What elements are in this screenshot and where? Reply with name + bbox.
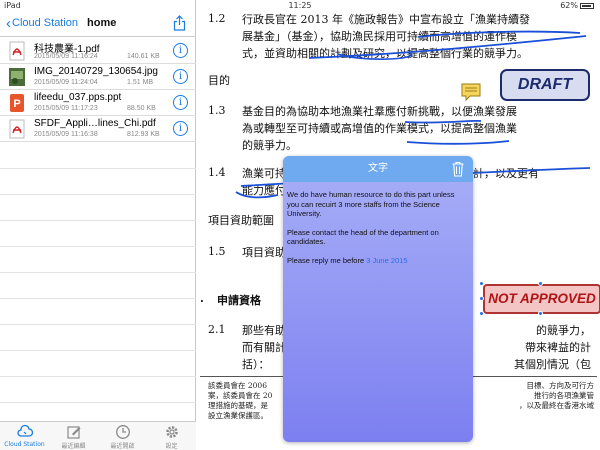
- ink-underline: [308, 35, 587, 59]
- battery-indicator: 62%: [560, 1, 594, 10]
- resize-handle[interactable]: [479, 281, 484, 286]
- note-paragraph: We do have human resource to do this par…: [287, 190, 455, 218]
- draft-stamp[interactable]: DRAFT: [500, 69, 590, 101]
- resize-handle[interactable]: [479, 296, 484, 301]
- trash-icon[interactable]: [451, 161, 465, 177]
- clock: 11:25: [288, 1, 312, 10]
- ink-underline: [406, 140, 510, 145]
- text-note-popup: 文字 We do have human resource to do this …: [283, 156, 473, 442]
- note-paragraph: Please reply me before 3 June 2015: [287, 256, 467, 266]
- battery-percent: 62%: [560, 1, 578, 10]
- battery-icon: [580, 2, 594, 9]
- resize-handle[interactable]: [538, 281, 543, 286]
- ink-underline: [404, 119, 482, 124]
- ink-underline: [235, 191, 279, 199]
- popup-header: 文字: [283, 156, 473, 182]
- resize-handle[interactable]: [538, 311, 543, 316]
- ink-underline: [417, 30, 581, 38]
- note-annotation-icon[interactable]: [461, 83, 481, 101]
- status-bar: iPad 11:25 62%: [0, 0, 600, 12]
- date-link[interactable]: 3 June 2015: [366, 256, 407, 265]
- note-paragraph: Please contact the head of the departmen…: [287, 227, 439, 247]
- popup-title: 文字: [368, 163, 388, 174]
- resize-handle[interactable]: [479, 311, 484, 316]
- note-text: Please reply me before: [287, 255, 365, 265]
- not-approved-stamp[interactable]: NOT APPROVED: [483, 284, 600, 314]
- popup-text-area[interactable]: We do have human resource to do this par…: [283, 182, 473, 265]
